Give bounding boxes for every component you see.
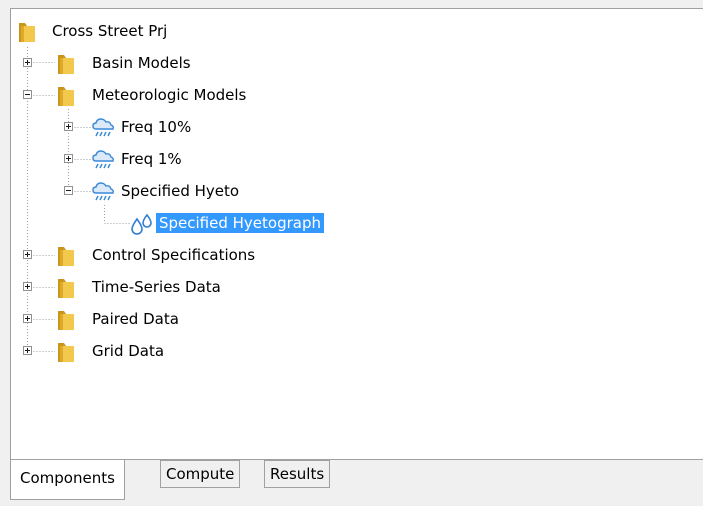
tab-results[interactable]: Results xyxy=(264,460,331,488)
expand-basin-models[interactable] xyxy=(23,58,32,67)
tree-item-label-selected: Specified Hyetograph xyxy=(156,213,325,233)
tree-item-label: Grid Data xyxy=(92,342,165,360)
folder-icon xyxy=(19,23,35,42)
folder-icon xyxy=(58,87,74,106)
expand-time-series-data[interactable] xyxy=(23,282,32,291)
folder-icon xyxy=(58,311,74,330)
expand-freq-10[interactable] xyxy=(64,122,73,131)
tree-connector-lines xyxy=(27,47,131,352)
folder-icon xyxy=(58,279,74,298)
expand-control-specifications[interactable] xyxy=(23,250,32,259)
weather-rain-cloud-icon xyxy=(92,182,114,201)
expand-freq-1[interactable] xyxy=(64,154,73,163)
tree-item-label: Freq 1% xyxy=(121,150,182,168)
watershed-explorer-tree: Cross Street Prj Basin Models Meteorolog… xyxy=(10,8,703,460)
folder-icon xyxy=(58,247,74,266)
expand-paired-data[interactable] xyxy=(23,314,32,323)
tree-item-label: Freq 10% xyxy=(121,118,192,136)
tree-root-label: Cross Street Prj xyxy=(52,22,168,40)
weather-rain-cloud-icon xyxy=(92,150,114,169)
tree-item-label: Basin Models xyxy=(92,54,191,72)
folder-icon xyxy=(58,55,74,74)
tab-compute[interactable]: Compute xyxy=(160,460,241,488)
folder-icon xyxy=(58,343,74,362)
weather-rain-cloud-icon xyxy=(92,118,114,137)
tree-item-label: Paired Data xyxy=(92,310,179,328)
tree-item-label: Meteorologic Models xyxy=(92,86,247,104)
tab-components[interactable]: Components xyxy=(10,460,125,500)
tree-item-label: Control Specifications xyxy=(92,246,256,264)
expand-grid-data[interactable] xyxy=(23,346,32,355)
collapse-specified-hyeto[interactable] xyxy=(64,186,73,195)
tree-item-label: Time-Series Data xyxy=(92,278,221,296)
collapse-meteorologic-models[interactable] xyxy=(23,90,32,99)
water-drops-icon xyxy=(131,213,152,235)
tree-item-label: Specified Hyeto xyxy=(121,182,240,200)
